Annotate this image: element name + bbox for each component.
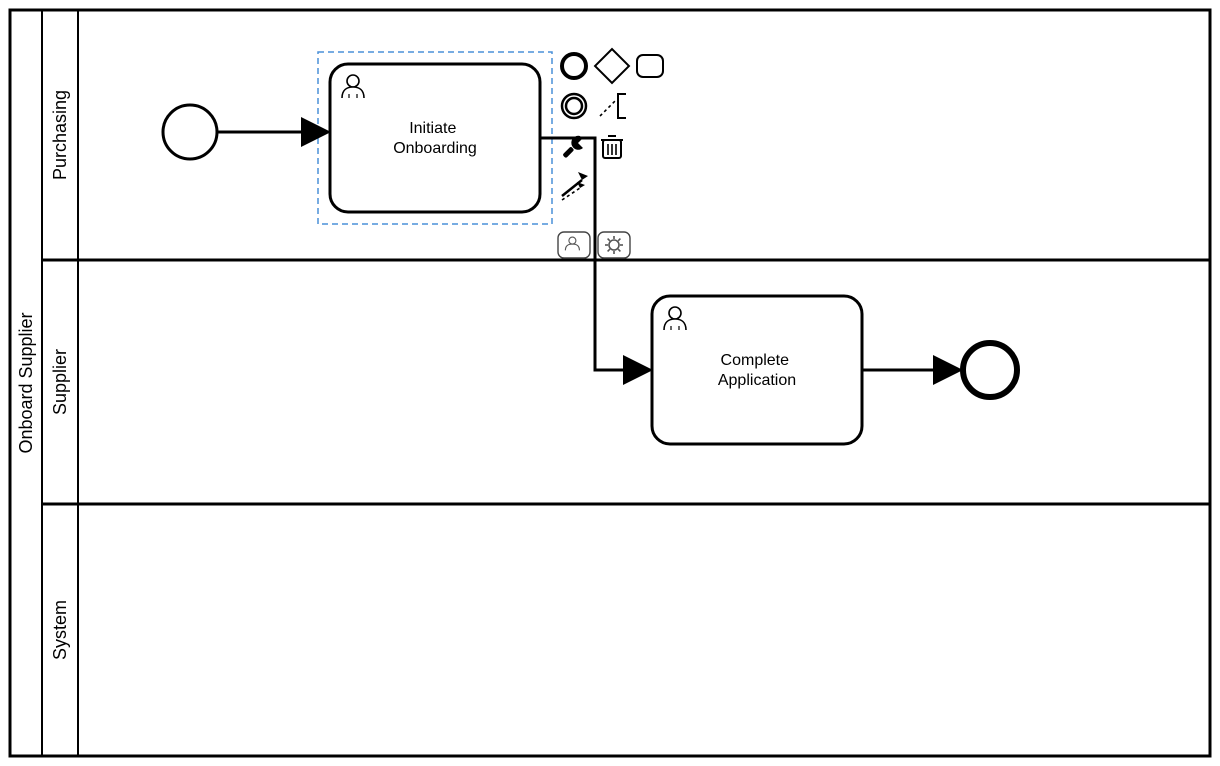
start-event[interactable]: [163, 105, 217, 159]
pool-label: Onboard Supplier: [16, 312, 36, 453]
replace-service-task[interactable]: [598, 232, 630, 258]
lane-system[interactable]: System: [50, 600, 70, 660]
end-event[interactable]: [963, 343, 1017, 397]
task-complete-application[interactable]: Complete Application: [652, 296, 862, 444]
bpmn-diagram[interactable]: Onboard Supplier Purchasing Supplier Sys…: [0, 0, 1220, 766]
lane-label-supplier: Supplier: [50, 349, 70, 415]
lane-label-system: System: [50, 600, 70, 660]
lane-label-purchasing: Purchasing: [50, 90, 70, 180]
task-initiate-onboarding[interactable]: Initiate Onboarding: [330, 64, 540, 212]
replace-user-task[interactable]: [558, 232, 590, 258]
